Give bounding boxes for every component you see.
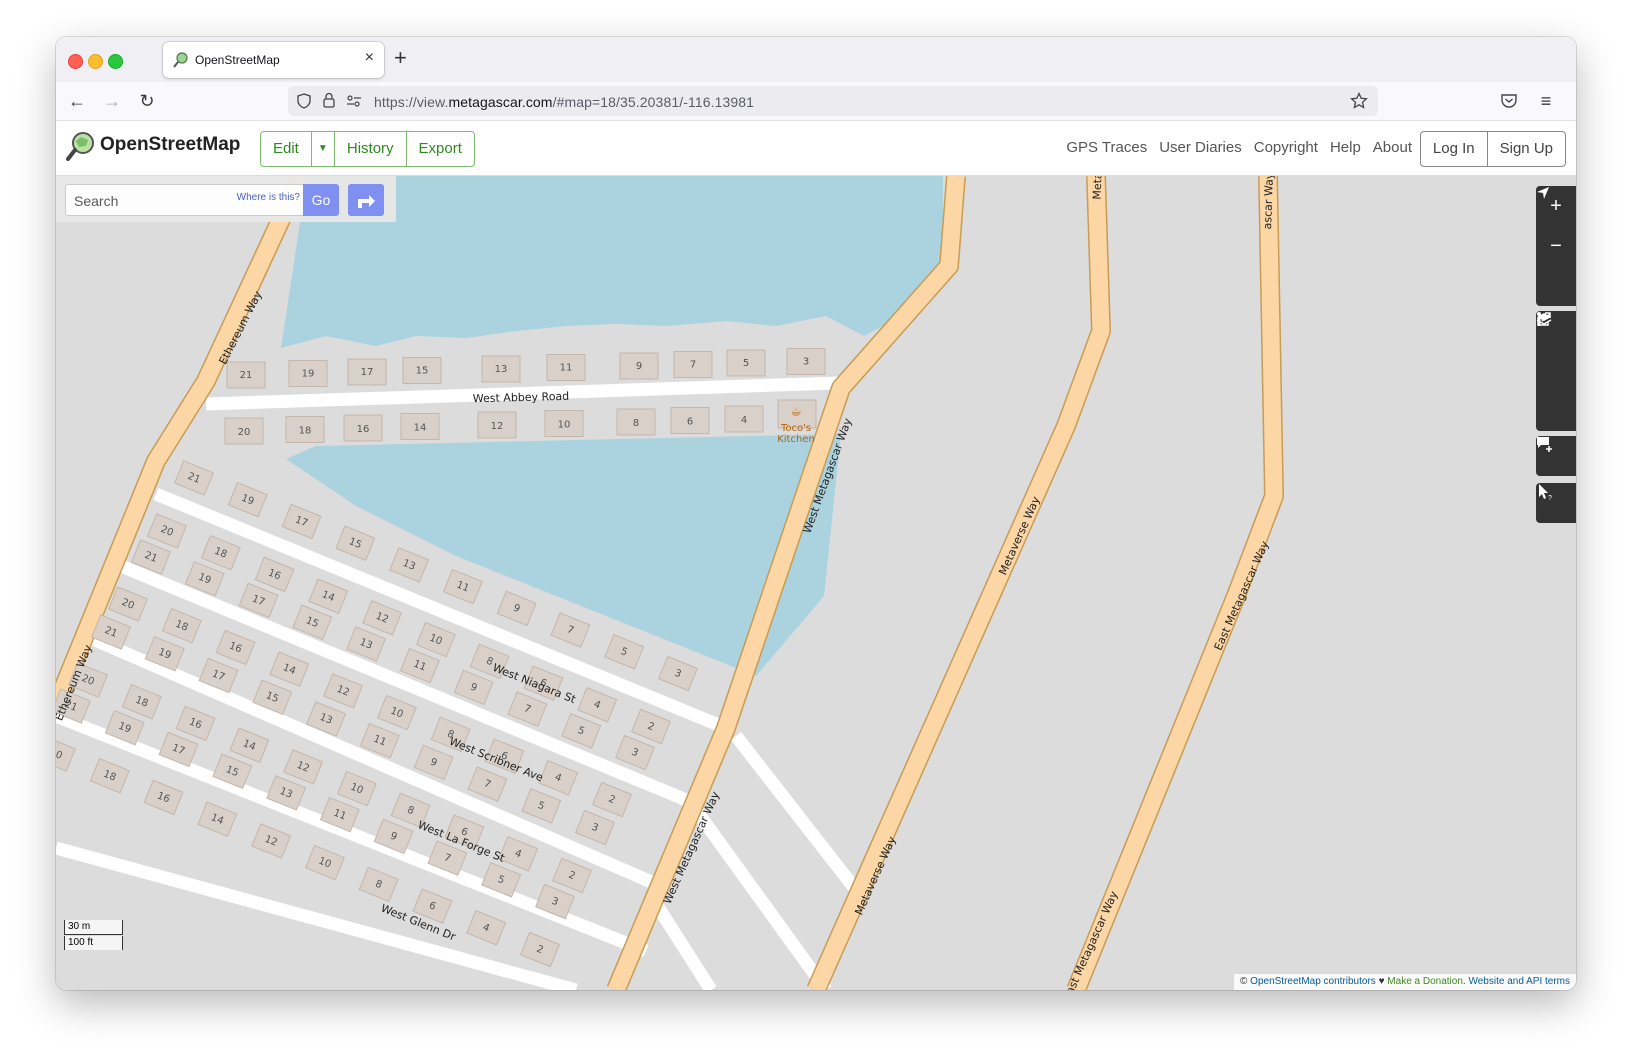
directions-button[interactable]	[348, 184, 384, 216]
scale-bar: 30 m 100 ft	[64, 920, 123, 950]
osm-favicon-icon	[173, 52, 188, 68]
shield-icon[interactable]	[296, 93, 312, 109]
zoom-controls: + −	[1536, 186, 1576, 306]
edit-button-group: Edit ▼ History Export	[260, 131, 475, 167]
house-number: 10	[558, 420, 571, 431]
heart-icon: ♥	[1378, 976, 1385, 987]
history-button[interactable]: History	[335, 132, 407, 166]
house-number: 9	[636, 361, 642, 372]
about-link[interactable]: About	[1373, 139, 1412, 156]
bookmark-star-icon[interactable]	[1350, 92, 1368, 110]
go-button[interactable]: Go	[303, 184, 339, 216]
browser-window: OpenStreetMap × + ← → ↻ https://view.met…	[56, 37, 1576, 990]
gps-traces-link[interactable]: GPS Traces	[1066, 139, 1147, 156]
add-note-icon[interactable]	[1536, 436, 1576, 476]
signup-button[interactable]: Sign Up	[1488, 132, 1565, 166]
menu-icon[interactable]: ≡	[1533, 88, 1559, 114]
house-number: 6	[687, 417, 693, 428]
fullscreen-window-button[interactable]	[108, 54, 123, 69]
terms-link[interactable]: Website and API terms	[1468, 976, 1570, 987]
osm-logo-icon[interactable]	[66, 131, 96, 161]
export-button[interactable]: Export	[407, 132, 474, 166]
house-number: 4	[741, 415, 747, 426]
house-number: 19	[302, 369, 315, 380]
minimize-window-button[interactable]	[88, 54, 103, 69]
help-link[interactable]: Help	[1330, 139, 1361, 156]
house-number: 13	[495, 364, 508, 375]
house-number: 12	[491, 421, 504, 432]
site-permissions-icon[interactable]	[346, 94, 362, 108]
house-number: 15	[416, 366, 429, 377]
house-number: 11	[560, 363, 573, 374]
edit-dropdown-chevron-down-icon[interactable]: ▼	[312, 132, 335, 166]
attribution: © OpenStreetMap contributors ♥ Make a Do…	[1234, 974, 1576, 990]
svg-text:?: ?	[1548, 495, 1552, 501]
pocket-icon[interactable]	[1500, 93, 1518, 109]
tab-title: OpenStreetMap	[195, 53, 280, 67]
url-text: https://view.metagascar.com/#map=18/35.2…	[374, 94, 755, 110]
edit-button[interactable]: Edit	[261, 132, 312, 166]
map-key-icon[interactable]	[1536, 312, 1576, 391]
address-bar[interactable]: https://view.metagascar.com/#map=18/35.2…	[288, 86, 1378, 116]
back-icon[interactable]: ←	[64, 88, 90, 114]
map-tools	[1536, 311, 1576, 431]
close-tab-icon[interactable]: ×	[365, 49, 374, 67]
reload-icon[interactable]: ↻	[134, 88, 160, 114]
house-number: 21	[240, 370, 253, 381]
poi-name: Kitchen	[777, 434, 815, 445]
auth-buttons: Log In Sign Up	[1419, 131, 1566, 167]
share-icon[interactable]	[1536, 312, 1576, 431]
house-number: 20	[238, 427, 251, 438]
street-label: ascar Way	[1261, 176, 1276, 230]
map-canvas[interactable]: 21 19 17 15 13 11 9 7 5 3 20 18 16 14 12 10 8 6 4 21 19 17 15 1…	[56, 176, 1576, 990]
house-number: 8	[633, 418, 639, 429]
where-is-this-link[interactable]: Where is this?	[237, 192, 300, 203]
donation-link[interactable]: Make a Donation	[1387, 976, 1463, 987]
top-links: GPS Traces User Diaries Copyright Help A…	[1066, 139, 1412, 156]
copyright-symbol: ©	[1240, 976, 1248, 987]
logo-text[interactable]: OpenStreetMap	[100, 134, 240, 156]
search-placeholder: Search	[74, 193, 119, 209]
search-panel: Search Where is this? Go	[56, 176, 396, 222]
login-button[interactable]: Log In	[1421, 132, 1488, 166]
house-number: 14	[414, 423, 427, 434]
query-features-icon[interactable]: ?	[1536, 483, 1576, 523]
directions-icon	[358, 195, 375, 208]
house-number: 17	[361, 367, 374, 378]
house-number: 16	[357, 424, 370, 435]
street-label: West Abbey Road	[473, 390, 570, 406]
house-number: 5	[743, 358, 749, 369]
zoom-out-icon[interactable]: −	[1536, 226, 1576, 266]
new-tab-icon[interactable]: +	[394, 46, 407, 70]
cafe-icon: ☕	[790, 405, 802, 420]
tab-openstreetmap[interactable]: OpenStreetMap ×	[163, 42, 384, 78]
tab-bar: OpenStreetMap × +	[56, 37, 1576, 82]
contributors-link[interactable]: OpenStreetMap contributors	[1250, 976, 1376, 987]
search-input[interactable]: Search Where is this?	[65, 184, 305, 216]
lock-icon[interactable]	[322, 92, 336, 109]
copyright-link[interactable]: Copyright	[1254, 139, 1318, 156]
osm-header: OpenStreetMap Edit ▼ History Export GPS …	[56, 121, 1576, 176]
navigation-bar: ← → ↻ https://view.metagascar.com/#map=1…	[56, 82, 1576, 121]
connector-line-1	[730, 732, 862, 894]
house-number: 7	[690, 360, 696, 371]
map-svg: 21 19 17 15 13 11 9 7 5 320 18 16 14 12 10 8 6 4211917151…	[56, 176, 1284, 990]
house-number: 18	[299, 426, 312, 437]
street-label: Meta	[1091, 176, 1105, 200]
scale-metric: 30 m	[64, 920, 123, 935]
close-window-button[interactable]	[68, 54, 83, 69]
user-diaries-link[interactable]: User Diaries	[1159, 139, 1242, 156]
note-control	[1536, 436, 1576, 476]
poi-name: Toco's	[780, 423, 811, 434]
house-number: 3	[803, 357, 809, 368]
query-control: ?	[1536, 483, 1576, 523]
scale-imperial: 100 ft	[64, 936, 123, 950]
forward-icon[interactable]: →	[99, 88, 125, 114]
locate-icon[interactable]	[1536, 187, 1576, 306]
